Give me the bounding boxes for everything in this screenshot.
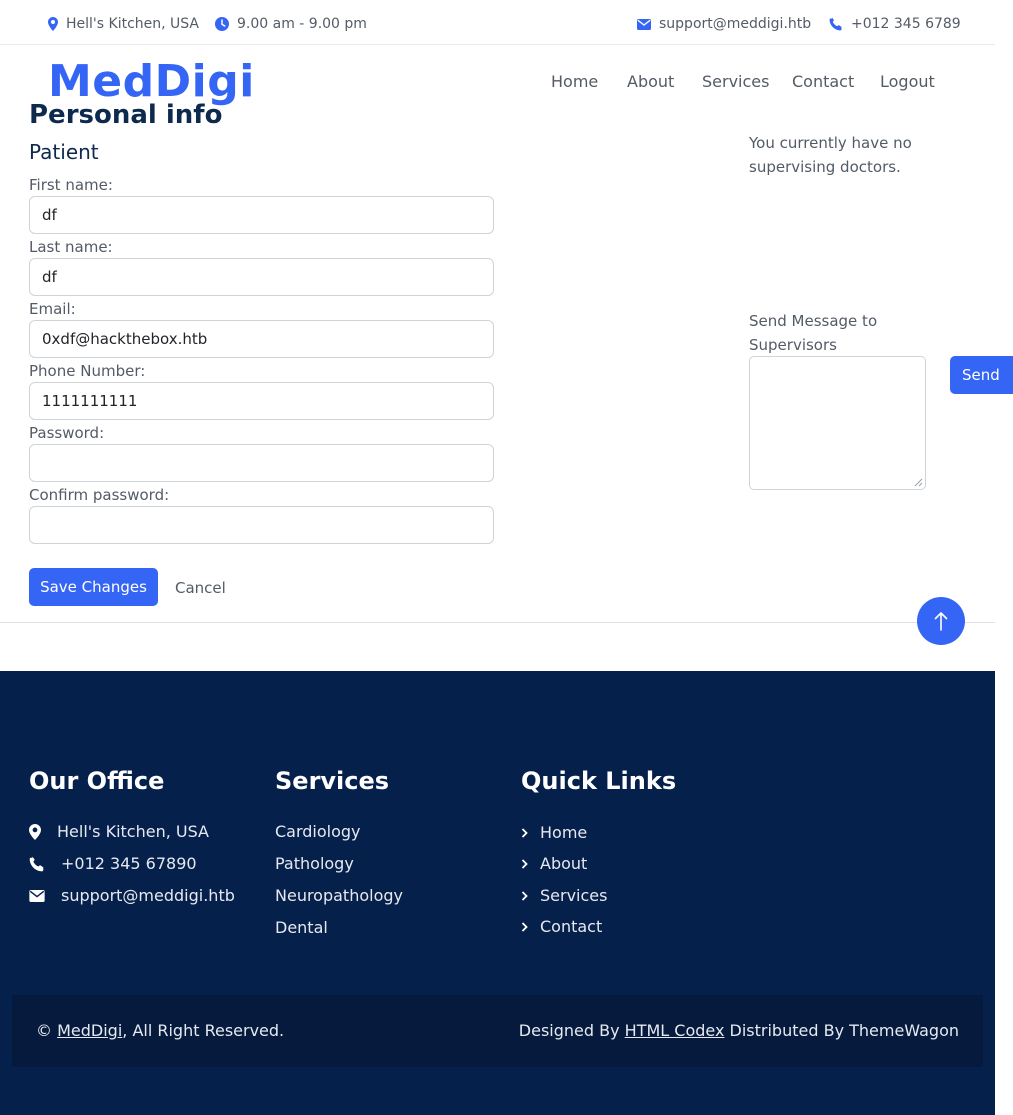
footer-service-link[interactable]: Dental [275,918,328,938]
send-button[interactable]: Send [950,356,1013,394]
topbar-location: Hell's Kitchen, USA [48,14,199,34]
nav-logout[interactable]: Logout [880,72,935,96]
quick-link-label: Home [540,823,588,842]
envelope-icon [29,890,45,902]
topbar-hours: 9.00 am - 9.00 pm [215,14,367,34]
chevron-right-icon [521,891,528,901]
first-name-input[interactable]: df [29,196,494,234]
designer-link[interactable]: HTML Codex [625,1021,725,1040]
back-to-top-button[interactable] [917,597,965,645]
password-label: Password: [29,424,105,442]
footer-quick-link-contact[interactable]: Contact [521,917,602,937]
nav-contact[interactable]: Contact [792,72,854,96]
footer-services-heading: Services [275,767,390,795]
copyright-rights: , All Right Reserved. [122,1021,285,1040]
confirm-password-label: Confirm password: [29,486,170,504]
clock-icon [215,17,237,31]
footer-office-email[interactable]: support@meddigi.htb [29,886,235,906]
message-textarea[interactable] [749,356,926,490]
copyright-bar: © MedDigi, All Right Reserved. Designed … [12,995,983,1067]
confirm-password-input[interactable] [29,506,494,544]
footer-address-text: Hell's Kitchen, USA [57,822,209,841]
nav-home[interactable]: Home [551,72,598,96]
copyright-text: © MedDigi, All Right Reserved. [36,1021,284,1040]
topbar-location-text: Hell's Kitchen, USA [66,16,199,32]
credits-text: Designed By HTML Codex Distributed By Th… [519,1021,959,1040]
footer-quick-link-home[interactable]: Home [521,823,587,843]
email-input[interactable]: 0xdf@hackthebox.htb [29,320,494,358]
topbar-email-text: support@meddigi.htb [659,16,812,32]
role-subtitle: Patient [29,140,99,164]
map-marker-icon [48,17,66,31]
copyright-brand-link[interactable]: MedDigi [57,1021,122,1040]
topbar-email[interactable]: support@meddigi.htb [637,14,811,34]
page-title: Personal info [29,100,223,130]
phone-label: Phone Number: [29,362,146,380]
supervisors-status: You currently have no supervising doctor… [749,134,912,176]
cancel-button[interactable]: Cancel [175,578,226,598]
message-label: Send Message to Supervisors [749,312,878,354]
footer-service-link[interactable]: Pathology [275,854,354,874]
chevron-right-icon [521,828,528,838]
nav-about[interactable]: About [627,72,674,96]
map-marker-icon [29,824,41,840]
topbar-hours-text: 9.00 am - 9.00 pm [237,16,367,32]
nav-services[interactable]: Services [702,72,769,96]
distributed-by-label: Distributed By ThemeWagon [729,1021,959,1040]
section-divider [0,622,995,623]
chevron-right-icon [521,922,528,932]
chevron-right-icon [521,859,528,869]
last-name-label: Last name: [29,238,113,256]
footer-email-text: support@meddigi.htb [61,886,235,905]
designed-by-label: Designed By [518,1021,620,1040]
footer: Our Office Hell's Kitchen, USA +012 345 … [0,671,995,1115]
footer-quick-link-about[interactable]: About [521,854,587,874]
quick-link-label: About [540,854,588,873]
envelope-icon [637,18,659,30]
arrow-up-icon [934,611,948,631]
email-label: Email: [29,300,76,318]
password-input[interactable] [29,444,494,482]
topbar-phone[interactable]: +012 345 6789 [829,14,961,34]
footer-quick-link-services[interactable]: Services [521,886,607,906]
first-name-label: First name: [29,176,113,194]
footer-phone-text: +012 345 67890 [61,854,197,873]
phone-icon [29,856,45,872]
footer-office-phone[interactable]: +012 345 67890 [29,854,197,874]
topbar-phone-text: +012 345 6789 [851,16,961,32]
copyright-symbol: © [36,1021,52,1040]
footer-service-link[interactable]: Neuropathology [275,886,403,906]
footer-service-link[interactable]: Cardiology [275,822,361,842]
footer-quick-links-heading: Quick Links [521,767,677,795]
quick-link-label: Services [540,886,608,905]
phone-input[interactable]: 1111111111 [29,382,494,420]
footer-office-heading: Our Office [29,767,165,795]
last-name-input[interactable]: df [29,258,494,296]
save-changes-button[interactable]: Save Changes [29,568,158,606]
phone-icon [829,17,851,31]
footer-office-address: Hell's Kitchen, USA [29,822,209,842]
topbar: Hell's Kitchen, USA 9.00 am - 9.00 pm su… [0,0,995,45]
quick-link-label: Contact [540,917,603,936]
resize-handle-icon[interactable] [914,478,923,487]
